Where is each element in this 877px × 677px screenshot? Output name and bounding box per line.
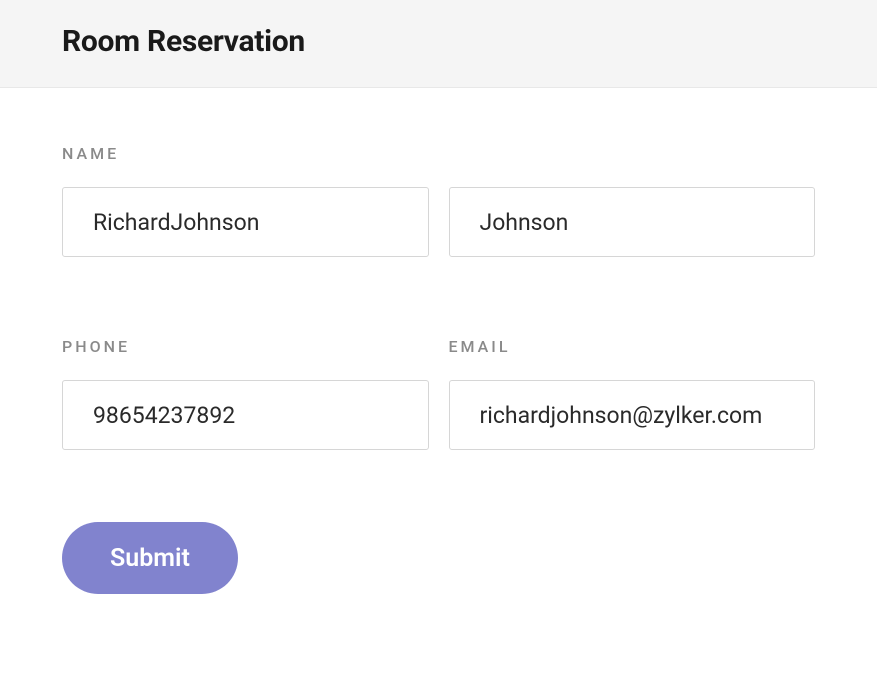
phone-label: PHONE: [62, 337, 429, 356]
submit-button[interactable]: Submit: [62, 522, 238, 594]
last-name-input[interactable]: [449, 187, 816, 257]
email-label: EMAIL: [449, 337, 816, 356]
reservation-form: NAME PHONE EMAIL Submit: [0, 88, 877, 594]
page-title: Room Reservation: [62, 24, 815, 59]
name-label: NAME: [62, 144, 429, 163]
name-label-spacer: [449, 144, 816, 163]
email-input[interactable]: [449, 380, 816, 450]
phone-input[interactable]: [62, 380, 429, 450]
page-header: Room Reservation: [0, 0, 877, 88]
first-name-input[interactable]: [62, 187, 429, 257]
